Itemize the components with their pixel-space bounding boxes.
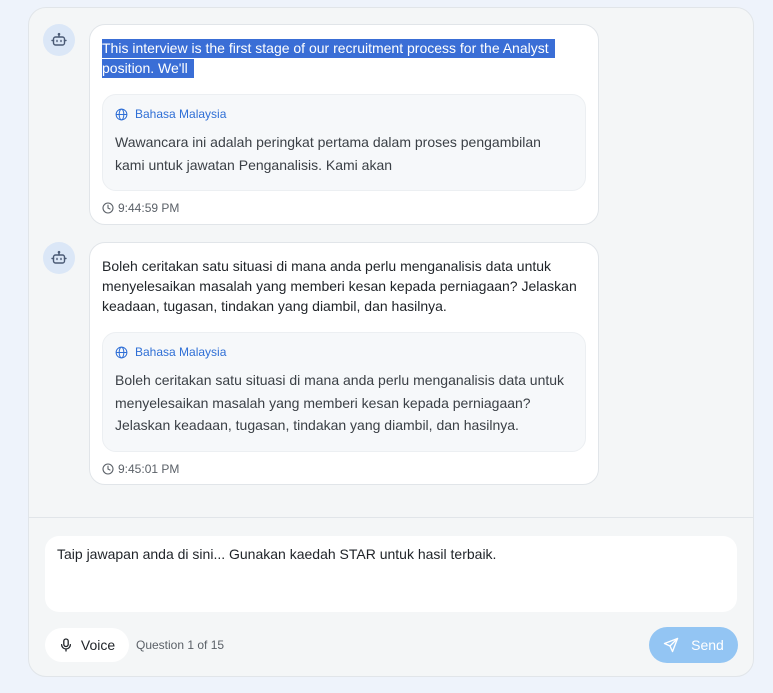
translation-language-label: Bahasa Malaysia [135,107,227,121]
translation-box: Bahasa Malaysia Wawancara ini adalah per… [102,94,586,191]
translation-language-label: Bahasa Malaysia [135,345,227,359]
bot-avatar [43,242,75,274]
globe-icon [115,346,128,358]
send-button[interactable]: Send [649,627,738,663]
clock-icon [102,462,114,475]
voice-button-label: Voice [80,637,116,653]
bot-avatar [43,24,75,56]
microphone-icon [60,638,71,652]
message-bubble: This interview is the first stage of our… [89,24,599,225]
question-counter: Question 1 of 15 [136,638,225,652]
clock-icon [102,202,114,214]
bot-icon [51,250,67,264]
translation-text: Wawancara ini adalah peringkat pertama d… [115,134,541,173]
selected-message-text: This interview is the first stage of our… [102,39,555,78]
translation-text: Boleh ceritakan satu situasi di mana and… [115,372,565,433]
message-list: This interview is the first stage of our… [29,8,753,518]
timestamp-text: 9:44:59 PM [118,201,180,215]
chat-panel: This interview is the first stage of our… [28,7,754,677]
answer-input[interactable]: Taip jawapan anda di sini... Gunakan kae… [45,536,737,612]
message-timestamp: 9:44:59 PM [102,201,586,215]
translation-language: Bahasa Malaysia [115,345,573,359]
voice-button[interactable]: Voice [45,628,129,662]
globe-icon [115,108,128,120]
message-timestamp: 9:45:01 PM [102,462,586,476]
answer-input-placeholder: Taip jawapan anda di sini... Gunakan kae… [57,546,497,562]
send-icon [663,637,679,653]
translation-language: Bahasa Malaysia [115,107,573,121]
composer-divider [29,517,753,518]
message-bubble: Boleh ceritakan satu situasi di mana and… [89,242,599,485]
message-text: This interview is the first stage of our… [102,38,586,78]
send-button-label: Send [691,637,724,653]
translation-box: Bahasa Malaysia Boleh ceritakan satu sit… [102,332,586,452]
bot-icon [51,32,67,46]
timestamp-text: 9:45:01 PM [118,461,180,476]
message-text: Boleh ceritakan satu situasi di mana and… [102,258,577,314]
